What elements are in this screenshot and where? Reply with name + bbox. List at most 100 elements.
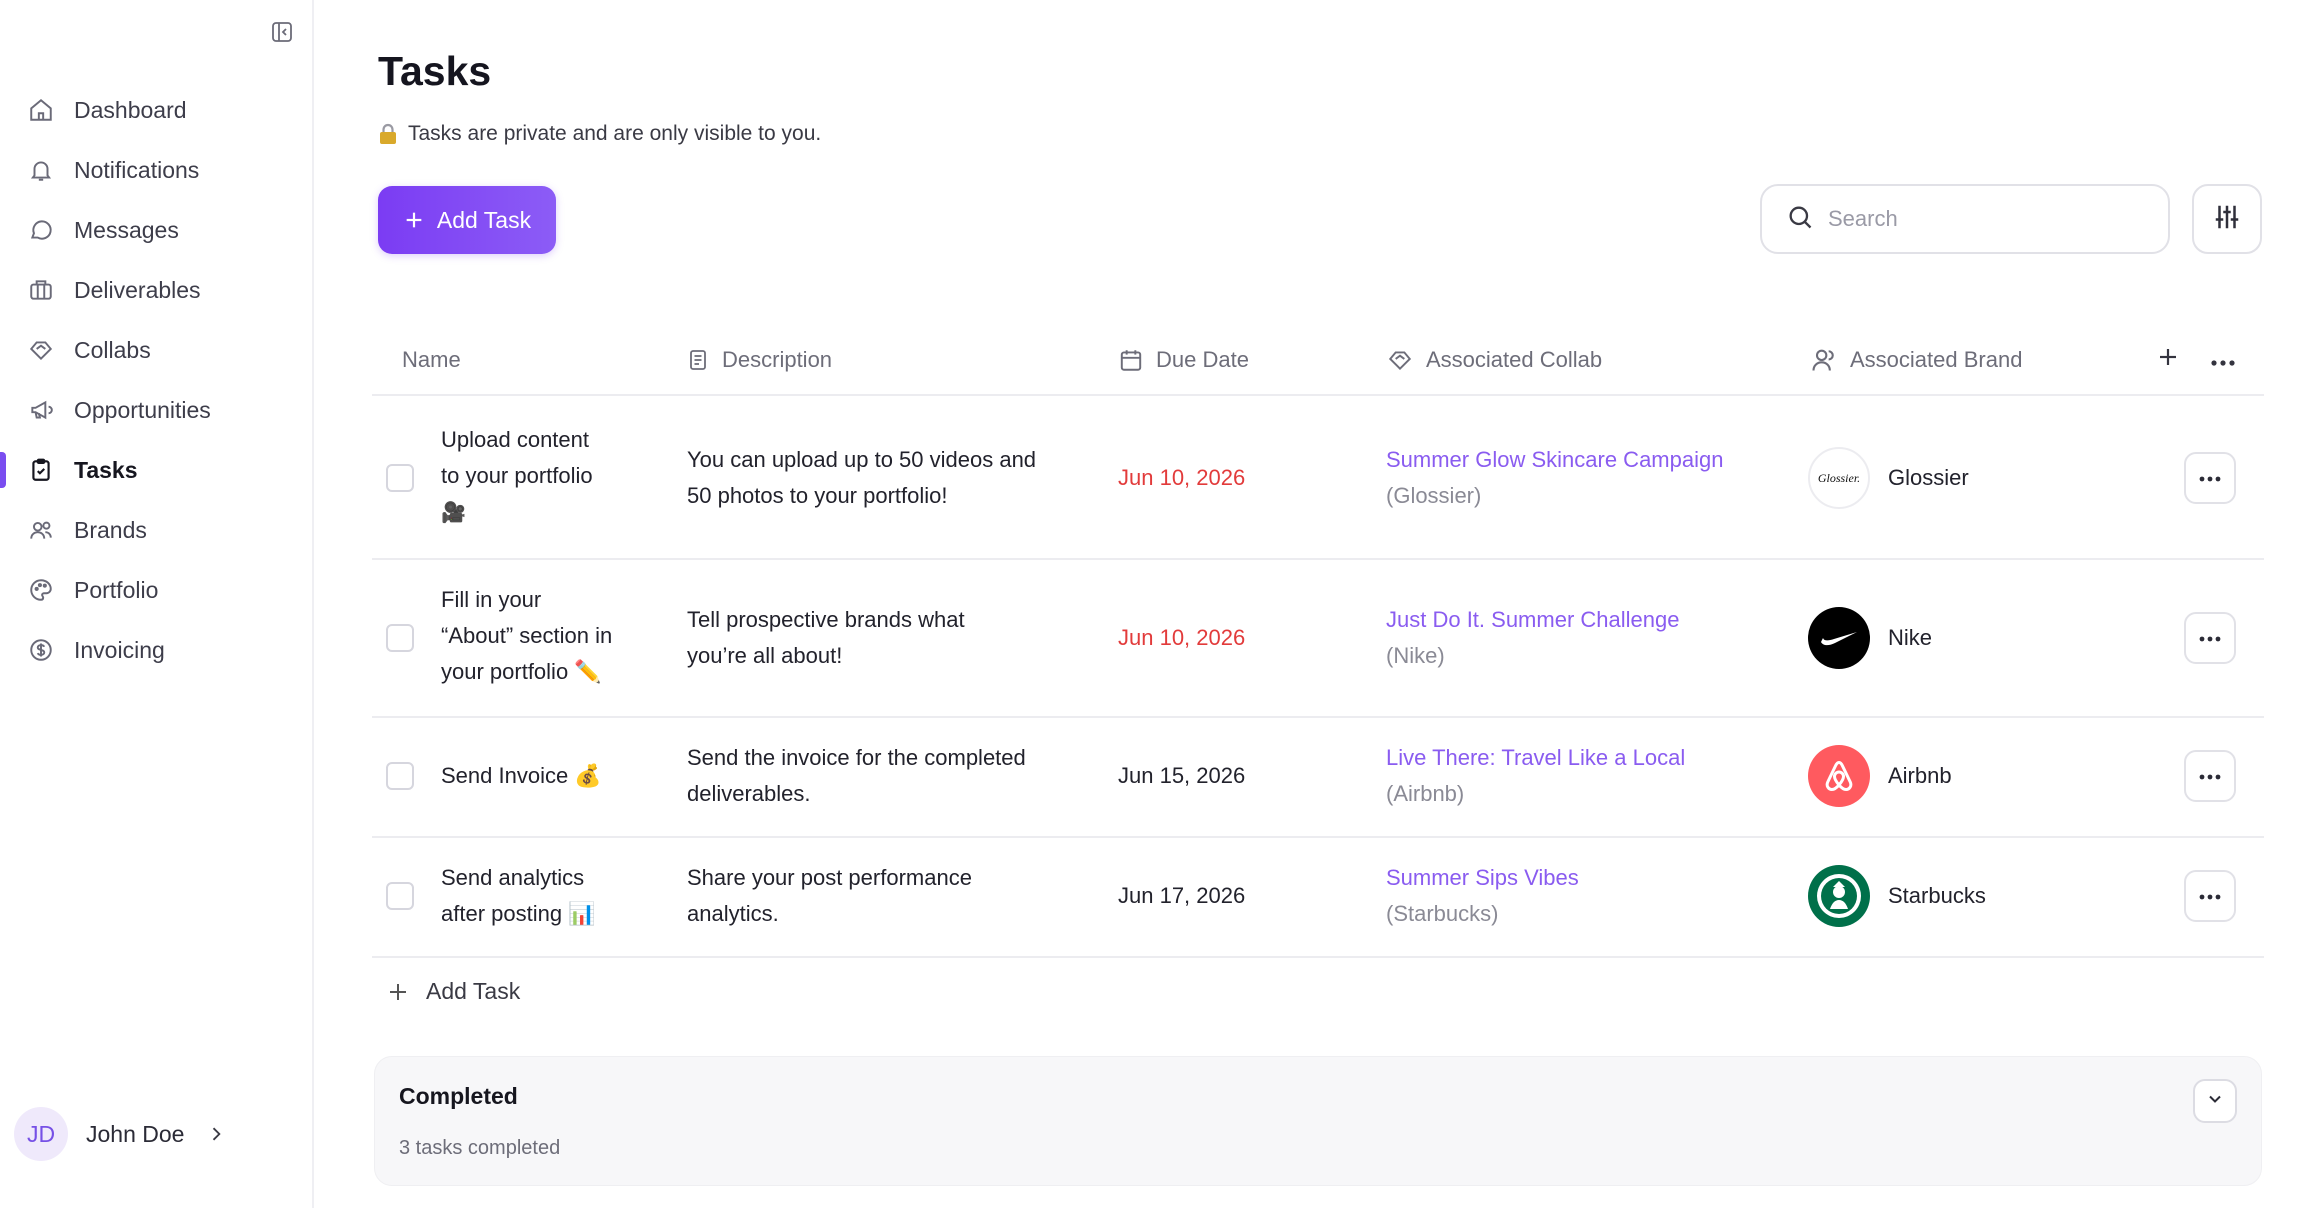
filter-settings-button[interactable] (2192, 184, 2262, 254)
collab-brand: (Starbucks) (1386, 901, 1499, 926)
collab-link[interactable]: Just Do It. Summer Challenge (1386, 602, 1746, 638)
task-description-line: 50 photos to your portfolio! (687, 483, 948, 508)
add-column-icon[interactable] (2156, 345, 2180, 375)
due-date: Jun 15, 2026 (1118, 763, 1246, 788)
task-description: Send the invoice for the completed deliv… (687, 740, 1067, 812)
brand-name: Glossier (1888, 465, 1969, 490)
sidebar-item-brands[interactable]: Brands (0, 500, 312, 560)
user-menu[interactable]: JD John Doe (14, 1106, 226, 1162)
chat-icon (26, 215, 56, 245)
sidebar-item-label: Messages (74, 216, 179, 243)
brand-name: Starbucks (1888, 883, 1986, 908)
user-icon (1810, 346, 1838, 374)
task-description-line: Send the invoice for the completed (687, 745, 1026, 770)
row-more-button[interactable] (2184, 612, 2236, 664)
search-icon (1786, 203, 1814, 236)
sliders-icon (2212, 202, 2242, 237)
plus-icon (403, 209, 425, 231)
sidebar-item-collabs[interactable]: Collabs (0, 320, 312, 380)
collab-link[interactable]: Live There: Travel Like a Local (1386, 740, 1746, 776)
task-checkbox[interactable] (386, 624, 414, 652)
sidebar-item-label: Dashboard (74, 96, 187, 123)
sidebar-item-label: Collabs (74, 336, 151, 363)
due-date: Jun 10, 2026 (1118, 465, 1246, 490)
document-icon (686, 348, 710, 372)
collab-link[interactable]: Summer Sips Vibes (1386, 860, 1746, 896)
table-header: Name Description Due Date Associated Col… (372, 324, 2264, 396)
table-row[interactable]: Fill in your “About” section in your por… (372, 560, 2264, 718)
column-label: Due Date (1156, 347, 1249, 372)
task-name-line: to your portfolio (441, 463, 593, 488)
column-label: Name (402, 347, 461, 372)
task-name-line: after posting 📊 (441, 901, 596, 926)
column-header-description[interactable]: Description (686, 324, 832, 396)
add-task-button[interactable]: Add Task (378, 186, 556, 254)
sidebar-item-messages[interactable]: Messages (0, 200, 312, 260)
collapse-sidebar-icon[interactable] (266, 16, 298, 48)
sidebar-item-label: Opportunities (74, 396, 211, 423)
task-checkbox[interactable] (386, 464, 414, 492)
home-icon (26, 95, 56, 125)
brand-name: Airbnb (1888, 763, 1952, 788)
search-box[interactable] (1760, 184, 2170, 254)
sidebar-item-invoicing[interactable]: Invoicing (0, 620, 312, 680)
sidebar-item-deliverables[interactable]: Deliverables (0, 260, 312, 320)
add-task-label: Add Task (436, 206, 532, 233)
associated-collab: Summer Sips Vibes (Starbucks) (1386, 860, 1746, 932)
sidebar-item-portfolio[interactable]: Portfolio (0, 560, 312, 620)
plus-icon (386, 980, 410, 1004)
briefcase-icon (26, 275, 56, 305)
sidebar-item-label: Notifications (74, 156, 200, 183)
column-header-name[interactable]: Name (402, 324, 461, 396)
row-more-button[interactable] (2184, 870, 2236, 922)
task-name-line: Fill in your (441, 587, 542, 612)
task-name: Send Invoice 💰 (441, 758, 641, 794)
associated-collab: Live There: Travel Like a Local (Airbnb) (1386, 740, 1746, 812)
task-checkbox[interactable] (386, 762, 414, 790)
users-icon (26, 515, 56, 545)
sidebar-item-label: Portfolio (74, 576, 159, 603)
column-label: Associated Collab (1426, 347, 1603, 372)
row-more-button[interactable] (2184, 452, 2236, 504)
table-row[interactable]: Send analytics after posting 📊 Share you… (372, 838, 2264, 958)
task-name-line: Send Invoice 💰 (441, 763, 602, 788)
task-description-line: You can upload up to 50 videos and (687, 447, 1037, 472)
sidebar-item-tasks[interactable]: Tasks (0, 440, 312, 500)
table-row[interactable]: Upload content to your portfolio 🎥 You c… (372, 398, 2264, 560)
row-more-button[interactable] (2184, 750, 2236, 802)
task-checkbox[interactable] (386, 882, 414, 910)
task-name: Upload content to your portfolio 🎥 (441, 422, 641, 530)
associated-collab: Just Do It. Summer Challenge (Nike) (1386, 602, 1746, 674)
collab-link[interactable]: Summer Glow Skincare Campaign (1386, 442, 1746, 478)
svg-text:Glossier.: Glossier. (1818, 471, 1860, 485)
column-header-due-date[interactable]: Due Date (1118, 324, 1249, 396)
more-options-icon (2199, 767, 2221, 785)
task-name: Fill in your “About” section in your por… (441, 582, 641, 690)
table-row[interactable]: Send Invoice 💰 Send the invoice for the … (372, 718, 2264, 838)
privacy-note: Tasks are private and are only visible t… (378, 122, 821, 146)
completed-section: Completed 3 tasks completed (374, 1056, 2262, 1186)
task-name-line: “About” section in (441, 623, 613, 648)
privacy-text: Tasks are private and are only visible t… (408, 122, 822, 145)
column-header-collab[interactable]: Associated Collab (1386, 324, 1602, 396)
more-options-icon[interactable] (2210, 347, 2236, 373)
sidebar-item-label: Deliverables (74, 276, 201, 303)
bell-icon (26, 155, 56, 185)
lock-icon (378, 123, 398, 145)
column-label: Associated Brand (1850, 347, 2023, 372)
palette-icon (26, 575, 56, 605)
due-date: Jun 17, 2026 (1118, 883, 1246, 908)
add-task-row-button[interactable]: Add Task (386, 978, 520, 1005)
chevron-right-icon (206, 1124, 226, 1144)
column-header-brand[interactable]: Associated Brand (1810, 324, 2022, 396)
sidebar-item-dashboard[interactable]: Dashboard (0, 80, 312, 140)
due-date: Jun 10, 2026 (1118, 625, 1246, 650)
add-task-row-label: Add Task (426, 978, 521, 1004)
expand-completed-button[interactable] (2193, 1079, 2237, 1123)
task-name: Send analytics after posting 📊 (441, 860, 641, 932)
task-description: You can upload up to 50 videos and 50 ph… (687, 442, 1067, 514)
task-description: Share your post performance analytics. (687, 860, 1067, 932)
sidebar-item-opportunities[interactable]: Opportunities (0, 380, 312, 440)
sidebar-item-notifications[interactable]: Notifications (0, 140, 312, 200)
search-input[interactable] (1828, 206, 2148, 232)
